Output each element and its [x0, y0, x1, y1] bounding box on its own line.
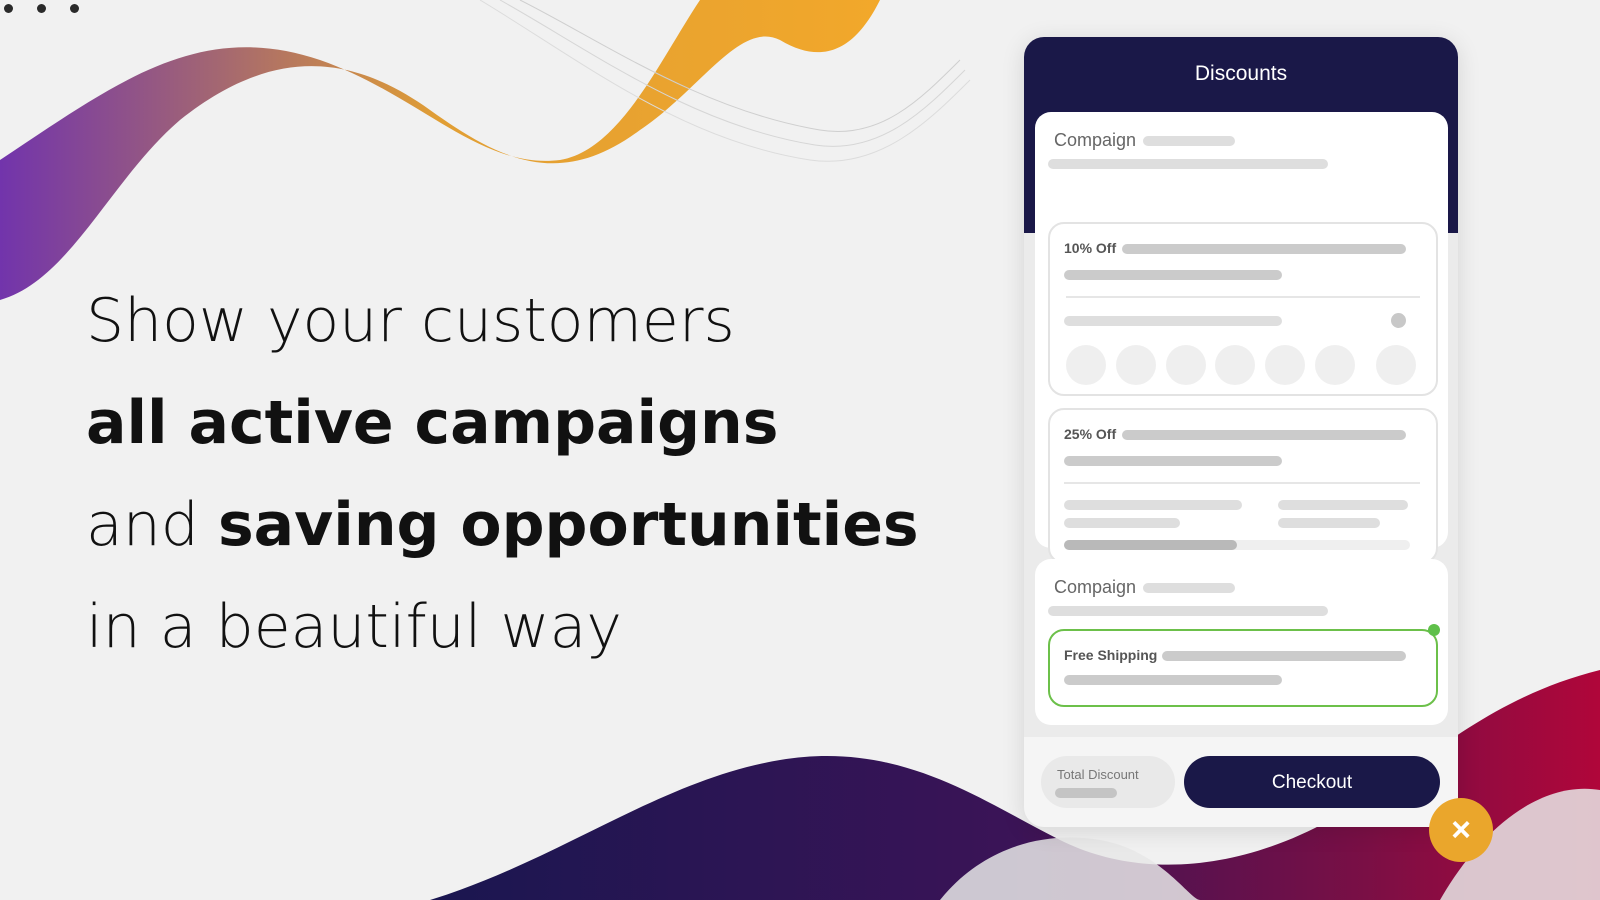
dot — [4, 4, 13, 13]
close-icon[interactable]: × — [1429, 798, 1493, 862]
headline-line-4: in a beautiful way — [86, 592, 622, 662]
placeholder-bar — [1143, 136, 1235, 146]
headline-bold-1: all active campaigns — [86, 388, 779, 458]
placeholder-bar — [1064, 500, 1242, 510]
option-circle[interactable] — [1215, 345, 1255, 385]
headline-line-1: Show your customers — [86, 286, 735, 356]
placeholder-bar — [1278, 500, 1408, 510]
top-wave — [0, 0, 971, 300]
campaign-card: Compaign Free Shipping — [1035, 559, 1448, 725]
placeholder-bar — [1064, 316, 1282, 326]
checkout-button[interactable]: Checkout — [1184, 756, 1440, 808]
progress-fill — [1064, 540, 1237, 550]
headline-prefix: and — [86, 490, 218, 560]
option-circle[interactable] — [1066, 345, 1106, 385]
progress-track — [1064, 540, 1410, 550]
headline-bold-2: saving opportunities — [217, 490, 919, 560]
three-dots-icon — [4, 4, 79, 13]
placeholder-bar — [1048, 159, 1328, 169]
placeholder-bar — [1064, 675, 1282, 685]
campaign-label: Compaign — [1054, 130, 1137, 150]
offer-card-10-off[interactable]: 10% Off — [1048, 222, 1438, 396]
dot — [37, 4, 46, 13]
placeholder-bar — [1064, 518, 1180, 528]
placeholder-bar — [1048, 606, 1328, 616]
campaign-card: Compaign 10% Off 25% Off — [1035, 112, 1448, 564]
divider — [1066, 296, 1420, 298]
campaign-label: Compaign — [1054, 577, 1137, 597]
placeholder-bar — [1064, 270, 1282, 280]
placeholder-bar — [1122, 430, 1406, 440]
offer-label: 10% Off — [1064, 240, 1117, 256]
placeholder-bar — [1064, 456, 1282, 466]
dot — [70, 4, 79, 13]
headline: Show your customers all active campaigns… — [86, 270, 919, 678]
offer-label: Free Shipping — [1064, 647, 1158, 663]
total-discount-label: Total Discount — [1057, 767, 1139, 782]
placeholder-bar — [1055, 788, 1117, 798]
widget-title: Discounts — [1194, 62, 1288, 85]
placeholder-bar — [1143, 583, 1235, 593]
placeholder-bar — [1278, 518, 1380, 528]
option-circle[interactable] — [1166, 345, 1206, 385]
total-discount: Total Discount — [1041, 756, 1175, 808]
divider — [1064, 482, 1420, 484]
offer-label: 25% Off — [1064, 426, 1117, 442]
active-indicator-icon — [1428, 624, 1440, 636]
option-circle[interactable] — [1315, 345, 1355, 385]
toggle-knob-icon[interactable] — [1391, 313, 1406, 328]
offer-card-25-off[interactable]: 25% Off — [1048, 408, 1438, 564]
placeholder-bar — [1122, 244, 1406, 254]
headline-line-3: and saving opportunities — [86, 474, 919, 576]
option-circle[interactable] — [1265, 345, 1305, 385]
widget-footer: Total Discount Checkout — [1024, 737, 1458, 827]
headline-line-2: all active campaigns — [86, 372, 919, 474]
option-circle[interactable] — [1376, 345, 1416, 385]
option-circle[interactable] — [1116, 345, 1156, 385]
offer-card-free-shipping[interactable]: Free Shipping — [1048, 629, 1438, 707]
placeholder-bar — [1162, 651, 1406, 661]
discounts-widget: Discounts Compaign 10% Off 25% Off Compa… — [1024, 37, 1458, 827]
